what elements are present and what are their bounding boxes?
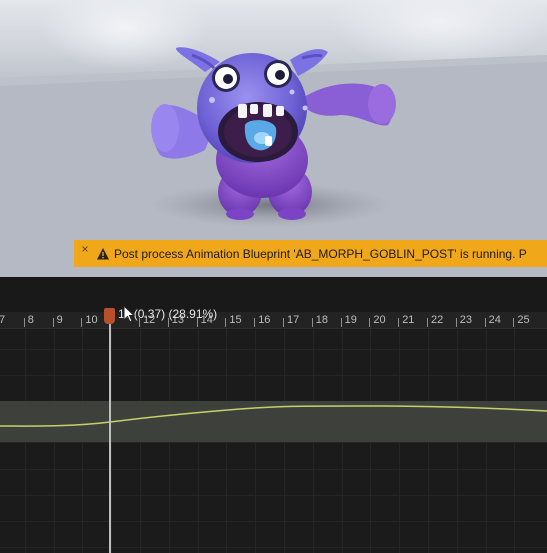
ruler-tick — [52, 318, 54, 327]
warning-notification: × Post process Animation Blueprint 'AB_M… — [74, 240, 547, 267]
animation-curve[interactable] — [0, 329, 547, 553]
frame-ruler[interactable]: 78910111213141516171819202122232425 — [0, 312, 547, 329]
warning-triangle-icon — [97, 247, 109, 259]
close-icon[interactable]: × — [78, 242, 92, 256]
ruler-tick — [23, 318, 25, 327]
ruler-tick — [340, 318, 342, 327]
frame-label: 25 — [517, 314, 530, 326]
frame-label: 16 — [258, 314, 271, 326]
playhead-handle[interactable] — [104, 308, 115, 324]
warning-message: Post process Animation Blueprint 'AB_MOR… — [114, 246, 527, 261]
ruler-tick — [513, 318, 515, 327]
frame-label: 17 — [287, 314, 300, 326]
frame-label: 24 — [488, 314, 501, 326]
frame-label: 10 — [85, 314, 98, 326]
frame-label: 21 — [402, 314, 415, 326]
ruler-tick — [398, 318, 400, 327]
ruler-tick — [283, 318, 284, 327]
ruler-tick — [311, 318, 313, 327]
curve-editor-timeline[interactable]: 78910111213141516171819202122232425 11 (… — [0, 278, 547, 553]
ruler-tick — [455, 318, 457, 327]
frame-label: 20 — [373, 314, 386, 326]
ruler-tick — [81, 318, 83, 327]
ruler-tick — [225, 318, 227, 327]
frame-label: 7 — [0, 314, 6, 326]
ruler-tick — [254, 318, 256, 327]
ruler-tick — [484, 318, 486, 327]
frame-label: 23 — [459, 314, 473, 326]
ruler-tick — [369, 318, 371, 327]
frame-label: 15 — [229, 314, 242, 326]
playhead-line — [109, 318, 111, 553]
frame-label: 18 — [315, 314, 329, 326]
frame-label: 9 — [56, 314, 63, 326]
ruler-tick — [427, 318, 428, 327]
frame-label: 22 — [431, 314, 444, 326]
curve-graph[interactable] — [0, 329, 547, 553]
timeline-header — [0, 278, 547, 312]
viewport[interactable]: × Post process Animation Blueprint 'AB_M… — [0, 0, 547, 277]
frame-label: 19 — [344, 314, 357, 326]
frame-label: 8 — [27, 314, 34, 326]
goblin-character[interactable] — [0, 0, 547, 277]
mouse-cursor-icon — [123, 305, 136, 323]
